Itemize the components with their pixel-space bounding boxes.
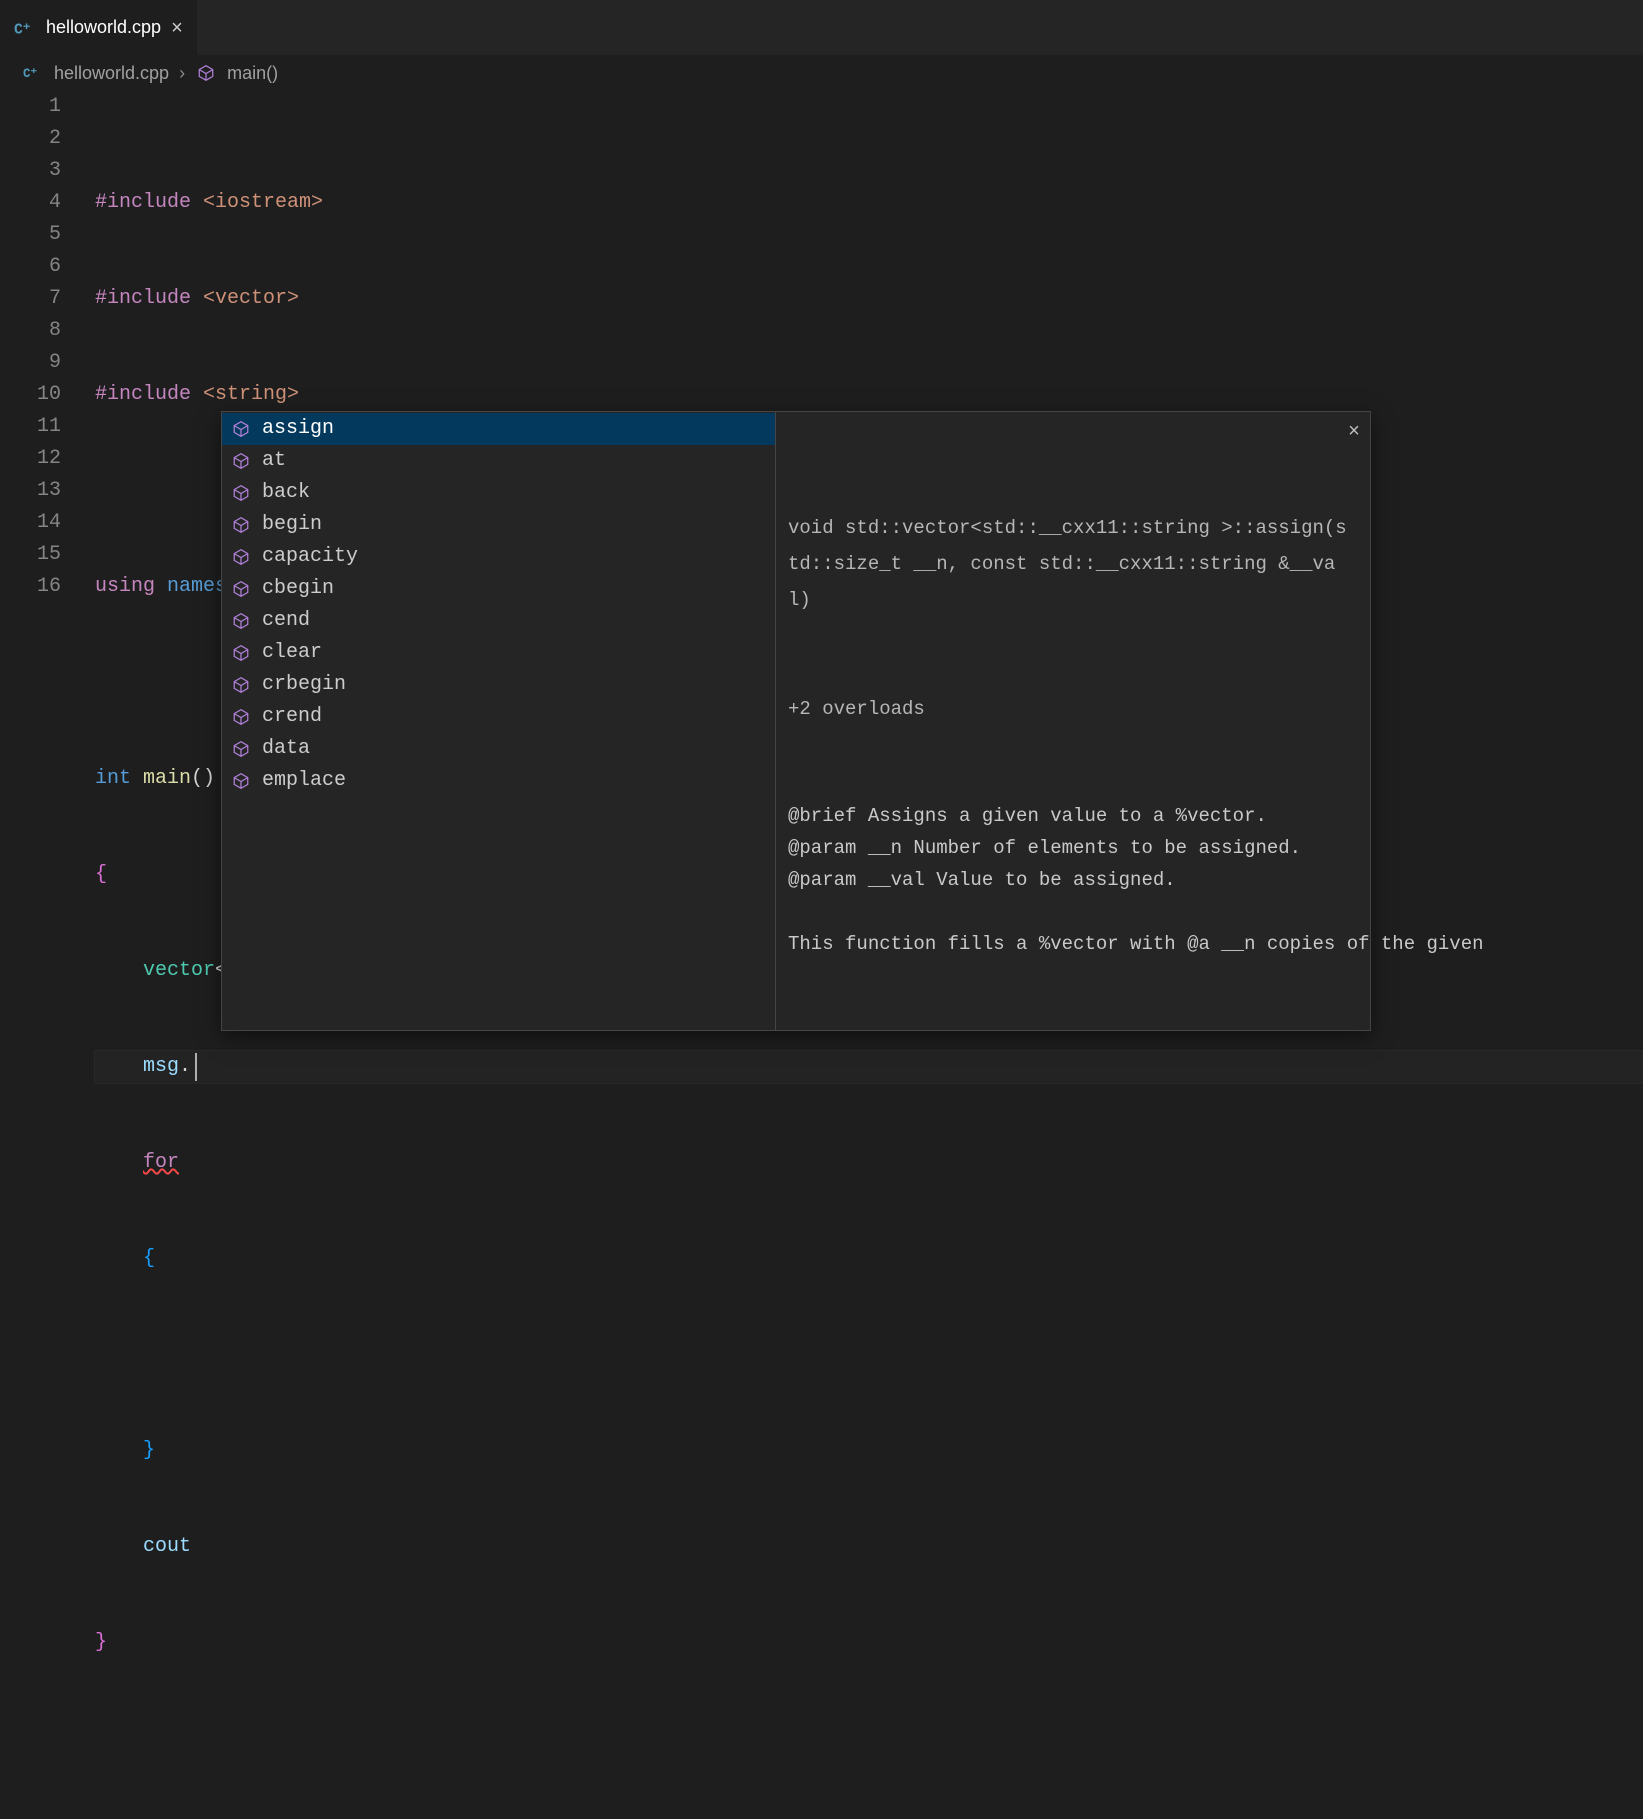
doc-line: @brief Assigns a given value to a %vecto…	[788, 800, 1354, 832]
method-icon	[230, 546, 252, 568]
line-number: 8	[0, 315, 61, 347]
suggestion-detail: × void std::vector<std::__cxx11::string …	[775, 412, 1370, 1030]
suggestion-label: assign	[262, 413, 334, 445]
suggestion-item-cend[interactable]: cend	[222, 605, 775, 637]
suggestion-label: data	[262, 733, 310, 765]
suggestion-item-crbegin[interactable]: crbegin	[222, 669, 775, 701]
suggestion-label: begin	[262, 509, 322, 541]
suggestion-label: back	[262, 477, 310, 509]
line-number: 9	[0, 347, 61, 379]
doc-line: @param __n Number of elements to be assi…	[788, 832, 1354, 864]
doc-line: This function fills a %vector with @a __…	[788, 928, 1354, 960]
line-number: 14	[0, 507, 61, 539]
method-icon	[230, 418, 252, 440]
intellisense-popup: assignatbackbegincapacitycbegincendclear…	[221, 411, 1371, 1031]
breadcrumb: C⁺ helloworld.cpp › main()	[0, 55, 1643, 91]
line-number: 15	[0, 539, 61, 571]
suggestion-item-data[interactable]: data	[222, 733, 775, 765]
suggestion-label: crbegin	[262, 669, 346, 701]
detail-overloads: +2 overloads	[788, 694, 1354, 724]
suggestion-label: at	[262, 445, 286, 477]
editor[interactable]: 12345678910111213141516 #include <iostre…	[0, 91, 1643, 1819]
suggestion-item-back[interactable]: back	[222, 477, 775, 509]
line-number: 10	[0, 379, 61, 411]
tab-label: helloworld.cpp	[46, 17, 161, 38]
suggestion-item-cbegin[interactable]: cbegin	[222, 573, 775, 605]
doc-line	[788, 896, 1354, 928]
line-number: 12	[0, 443, 61, 475]
cpp-file-icon: C⁺	[14, 17, 36, 39]
line-number: 13	[0, 475, 61, 507]
suggestion-item-capacity[interactable]: capacity	[222, 541, 775, 573]
suggestion-label: crend	[262, 701, 322, 733]
suggestion-label: emplace	[262, 765, 346, 797]
line-gutter: 12345678910111213141516	[0, 91, 95, 1819]
close-icon[interactable]: ×	[1348, 418, 1360, 448]
text-cursor	[195, 1053, 197, 1081]
method-icon	[230, 482, 252, 504]
breadcrumb-symbol[interactable]: main()	[227, 63, 278, 84]
method-icon	[230, 674, 252, 696]
method-icon	[230, 642, 252, 664]
doc-line: @param __val Value to be assigned.	[788, 864, 1354, 896]
line-number: 2	[0, 123, 61, 155]
method-icon	[230, 770, 252, 792]
line-number: 1	[0, 91, 61, 123]
line-number: 11	[0, 411, 61, 443]
method-icon	[230, 578, 252, 600]
chevron-right-icon: ›	[179, 63, 185, 84]
method-icon	[230, 514, 252, 536]
method-icon	[230, 450, 252, 472]
suggestion-list[interactable]: assignatbackbegincapacitycbegincendclear…	[222, 412, 775, 804]
line-number: 5	[0, 219, 61, 251]
suggestion-item-crend[interactable]: crend	[222, 701, 775, 733]
line-number: 4	[0, 187, 61, 219]
breadcrumb-file[interactable]: helloworld.cpp	[54, 63, 169, 84]
line-number: 3	[0, 155, 61, 187]
method-icon	[230, 610, 252, 632]
method-icon	[195, 62, 217, 84]
detail-signature: void std::vector<std::__cxx11::string >:…	[788, 510, 1354, 618]
close-icon[interactable]: ×	[171, 18, 183, 38]
method-icon	[230, 738, 252, 760]
suggestion-label: clear	[262, 637, 322, 669]
suggestion-item-clear[interactable]: clear	[222, 637, 775, 669]
suggestion-item-emplace[interactable]: emplace	[222, 765, 775, 797]
suggestion-label: cbegin	[262, 573, 334, 605]
suggestion-item-at[interactable]: at	[222, 445, 775, 477]
tab-helloworld[interactable]: C⁺ helloworld.cpp ×	[0, 0, 198, 55]
method-icon	[230, 706, 252, 728]
line-number: 7	[0, 283, 61, 315]
suggestion-item-assign[interactable]: assign	[222, 413, 775, 445]
cpp-file-icon: C⁺	[22, 62, 44, 84]
tab-bar: C⁺ helloworld.cpp ×	[0, 0, 1643, 55]
line-number: 16	[0, 571, 61, 603]
suggestion-label: capacity	[262, 541, 358, 573]
svg-text:C⁺: C⁺	[14, 22, 31, 38]
suggestion-label: cend	[262, 605, 310, 637]
line-number: 6	[0, 251, 61, 283]
detail-doc: @brief Assigns a given value to a %vecto…	[788, 800, 1354, 960]
code-area[interactable]: #include <iostream> #include <vector> #i…	[95, 91, 1643, 1819]
svg-text:C⁺: C⁺	[23, 67, 38, 81]
suggestion-item-begin[interactable]: begin	[222, 509, 775, 541]
